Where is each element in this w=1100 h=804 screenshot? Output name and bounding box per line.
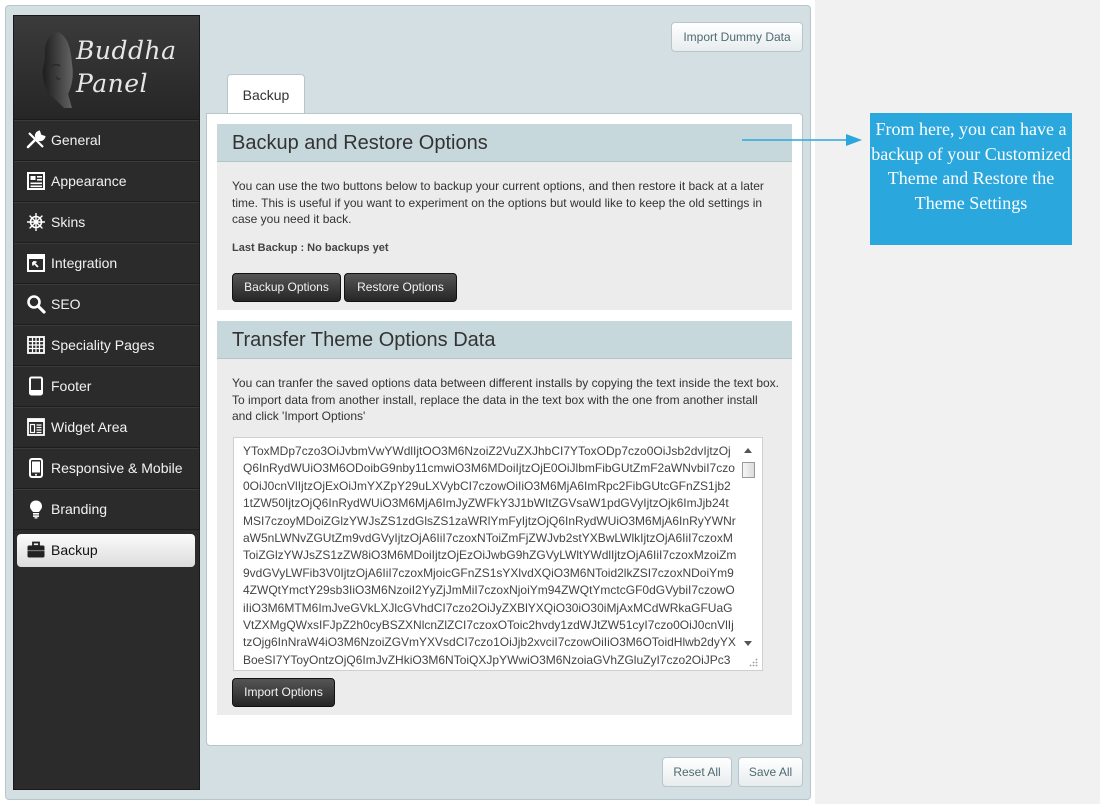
sidebar-item-responsive-mobile[interactable]: Responsive & Mobile [14, 448, 199, 489]
sidebar-item-label: Speciality Pages [51, 337, 155, 353]
sidebar-nav: General Appearance Skins Integration SEO… [14, 120, 199, 567]
sidebar-item-label: Responsive & Mobile [51, 460, 183, 476]
sidebar-item-backup[interactable]: Backup [17, 534, 195, 567]
sidebar-item-integration[interactable]: Integration [14, 243, 199, 284]
window-icon [27, 254, 45, 272]
scroll-up-icon[interactable] [744, 448, 752, 453]
sidebar-item-skins[interactable]: Skins [14, 202, 199, 243]
lightbulb-icon [30, 500, 42, 519]
sidebar-item-label: Widget Area [51, 419, 128, 435]
search-icon [27, 295, 46, 314]
buddha-face-icon [42, 32, 73, 108]
backup-restore-section: Backup and Restore Options You can use t… [217, 124, 792, 310]
scroll-down-icon[interactable] [744, 641, 752, 646]
sidebar-item-general[interactable]: General [14, 120, 199, 161]
wrench-icon [26, 130, 46, 149]
section-title: Transfer Theme Options Data [217, 321, 792, 359]
sidebar-item-label: SEO [51, 296, 81, 312]
briefcase-icon [27, 541, 45, 558]
sidebar-item-label: Backup [51, 542, 98, 558]
sidebar-item-speciality-pages[interactable]: Speciality Pages [14, 325, 199, 366]
transfer-description: You can tranfer the saved options data b… [232, 376, 780, 423]
section-title: Backup and Restore Options [217, 124, 792, 162]
widget-icon [27, 418, 45, 436]
sidebar-item-label: Appearance [51, 173, 127, 189]
footer-icon [29, 376, 43, 396]
grid-icon [27, 336, 45, 354]
restore-options-button[interactable]: Restore Options [344, 273, 457, 302]
sidebar-item-label: General [51, 132, 101, 148]
mobile-icon [29, 458, 43, 478]
sidebar-item-appearance[interactable]: Appearance [14, 161, 199, 202]
reset-all-button[interactable]: Reset All [662, 757, 732, 787]
options-data-textarea[interactable]: YToxMDp7czo3OiJvbmVwYWdlIjtOO3M6NzoiZ2Vu… [233, 437, 763, 671]
logo: Buddha Panel [14, 16, 199, 120]
save-all-button[interactable]: Save All [738, 757, 803, 787]
textarea-scrollbar[interactable] [741, 444, 757, 650]
tab-backup[interactable]: Backup [227, 74, 305, 114]
callout-note: From here, you can have a backup of your… [870, 113, 1072, 245]
sidebar-item-widget-area[interactable]: Widget Area [14, 407, 199, 448]
logo-text: Buddha Panel [76, 36, 177, 98]
backup-description: You can use the two buttons below to bac… [232, 179, 764, 226]
ship-wheel-icon [27, 213, 45, 231]
sidebar-item-label: Integration [51, 255, 118, 271]
last-backup-status: Last Backup : No backups yet [232, 242, 389, 254]
textarea-content[interactable]: YToxMDp7czo3OiJvbmVwYWdlIjtOO3M6NzoiZ2Vu… [243, 443, 737, 669]
sidebar: Buddha Panel General Appearance Skins In… [13, 15, 200, 790]
import-dummy-data-button[interactable]: Import Dummy Data [671, 22, 803, 52]
sidebar-item-label: Skins [51, 214, 86, 230]
transfer-options-section: Transfer Theme Options Data You can tran… [217, 321, 792, 715]
sidebar-item-seo[interactable]: SEO [14, 284, 199, 325]
import-options-button[interactable]: Import Options [232, 678, 335, 707]
sidebar-item-label: Branding [51, 501, 108, 517]
sidebar-item-footer[interactable]: Footer [14, 366, 199, 407]
backup-options-button[interactable]: Backup Options [232, 273, 341, 302]
resize-grip-icon[interactable] [749, 658, 758, 667]
sidebar-item-label: Footer [51, 378, 92, 394]
callout-arrow-icon [742, 134, 862, 146]
scroll-thumb[interactable] [742, 462, 755, 478]
sidebar-item-branding[interactable]: Branding [14, 489, 199, 530]
layout-icon [27, 172, 45, 190]
